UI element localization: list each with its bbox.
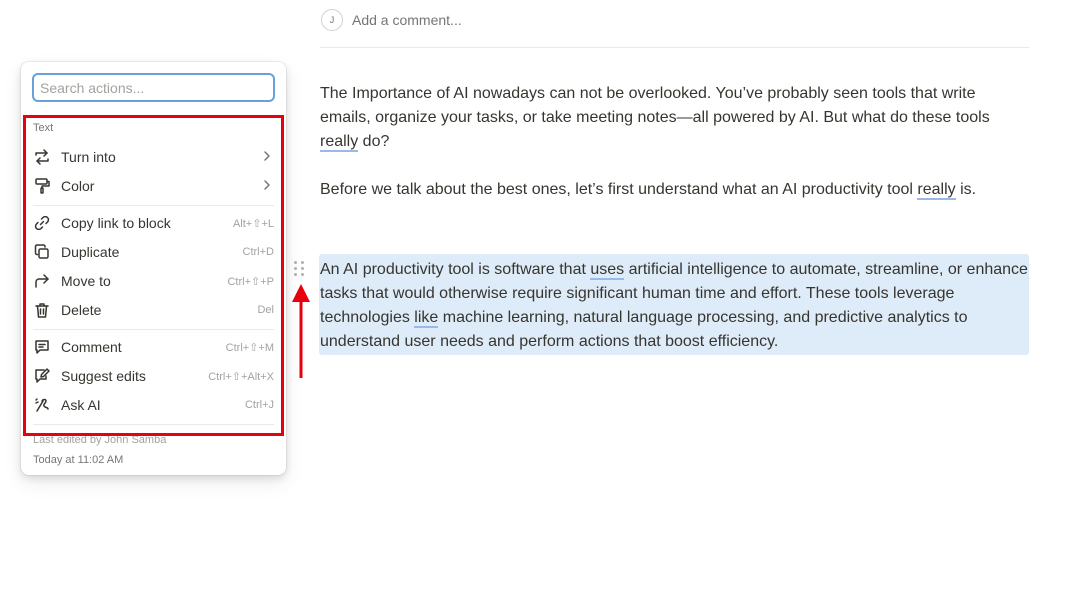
turn-into-icon	[35, 149, 49, 165]
chevron-right-icon	[264, 151, 270, 161]
paragraph-2[interactable]: Before we talk about the best ones, let’…	[320, 178, 1025, 202]
suggest-edits-icon	[35, 368, 50, 383]
menu-item-label: Ask AI	[61, 397, 101, 413]
paragraph-1-text: The Importance of AI nowadays can not be…	[320, 85, 990, 126]
shortcut-hint: Ctrl+J	[244, 399, 274, 411]
shortcut-hint: Ctrl+⇧+P	[227, 276, 274, 288]
divider	[33, 329, 274, 330]
section-label: Text	[33, 122, 54, 134]
shortcut-hint: Alt+⇧+L	[232, 218, 274, 230]
paragraph-3-text: An AI productivity tool is software that	[320, 261, 591, 278]
menu-item-label: Copy link to block	[61, 215, 171, 231]
last-edited-by: Last edited by John Samba	[33, 434, 167, 446]
ai-icon	[35, 398, 49, 412]
paint-roller-icon	[35, 178, 50, 194]
shortcut-hint: Ctrl+D	[242, 246, 274, 258]
menu-item-move-to[interactable]: Move to Ctrl+⇧+P	[27, 267, 280, 295]
block-drag-handle[interactable]	[294, 261, 306, 277]
menu-item-duplicate[interactable]: Duplicate Ctrl+D	[27, 238, 280, 266]
menu-item-label: Move to	[61, 273, 111, 289]
menu-item-copy-link[interactable]: Copy link to block Alt+⇧+L	[27, 209, 280, 237]
menu-item-label: Comment	[61, 339, 122, 355]
paragraph-1-text-end: do?	[358, 133, 390, 150]
menu-item-label: Color	[61, 178, 95, 194]
spellcheck-word[interactable]: uses	[590, 261, 625, 280]
menu-item-delete[interactable]: Delete Del	[27, 296, 280, 324]
paragraph-1[interactable]: The Importance of AI nowadays can not be…	[320, 82, 1025, 154]
paragraph-2-text-end: is.	[955, 181, 977, 198]
comment-bar: J	[320, 6, 1029, 48]
avatar: J	[321, 9, 343, 31]
menu-item-color[interactable]: Color	[27, 172, 280, 200]
duplicate-icon	[34, 244, 49, 259]
shortcut-hint: Ctrl+⇧+M	[225, 342, 274, 354]
annotation-arrow	[292, 284, 310, 378]
menu-item-ask-ai[interactable]: Ask AI Ctrl+J	[27, 391, 280, 419]
last-edited-time: Today at 11:02 AM	[33, 454, 124, 466]
menu-item-label: Duplicate	[61, 244, 120, 260]
shortcut-hint: Del	[257, 304, 274, 316]
shortcut-hint: Ctrl+⇧+Alt+X	[208, 371, 274, 383]
move-to-icon	[35, 274, 49, 288]
spellcheck-word[interactable]: really	[320, 133, 359, 152]
chevron-right-icon	[264, 180, 270, 190]
selected-paragraph[interactable]: An AI productivity tool is software that…	[319, 254, 1029, 355]
divider	[33, 205, 274, 206]
block-actions-menu: Text Turn into Color Copy link to block …	[21, 62, 286, 475]
comment-icon	[35, 340, 49, 354]
paragraph-2-text: Before we talk about the best ones, let’…	[320, 181, 918, 198]
menu-item-label: Delete	[61, 302, 102, 318]
menu-item-label: Suggest edits	[61, 368, 146, 384]
search-actions-input[interactable]	[32, 73, 275, 102]
divider	[33, 424, 274, 425]
trash-icon	[35, 303, 49, 318]
menu-item-comment[interactable]: Comment Ctrl+⇧+M	[27, 333, 280, 361]
menu-item-suggest-edits[interactable]: Suggest edits Ctrl+⇧+Alt+X	[27, 362, 280, 390]
menu-item-turn-into[interactable]: Turn into	[27, 143, 280, 171]
comment-input[interactable]	[352, 12, 752, 28]
spellcheck-word[interactable]: like	[414, 309, 439, 328]
menu-item-label: Turn into	[61, 149, 116, 165]
link-icon	[34, 215, 50, 231]
spellcheck-word[interactable]: really	[917, 181, 956, 200]
